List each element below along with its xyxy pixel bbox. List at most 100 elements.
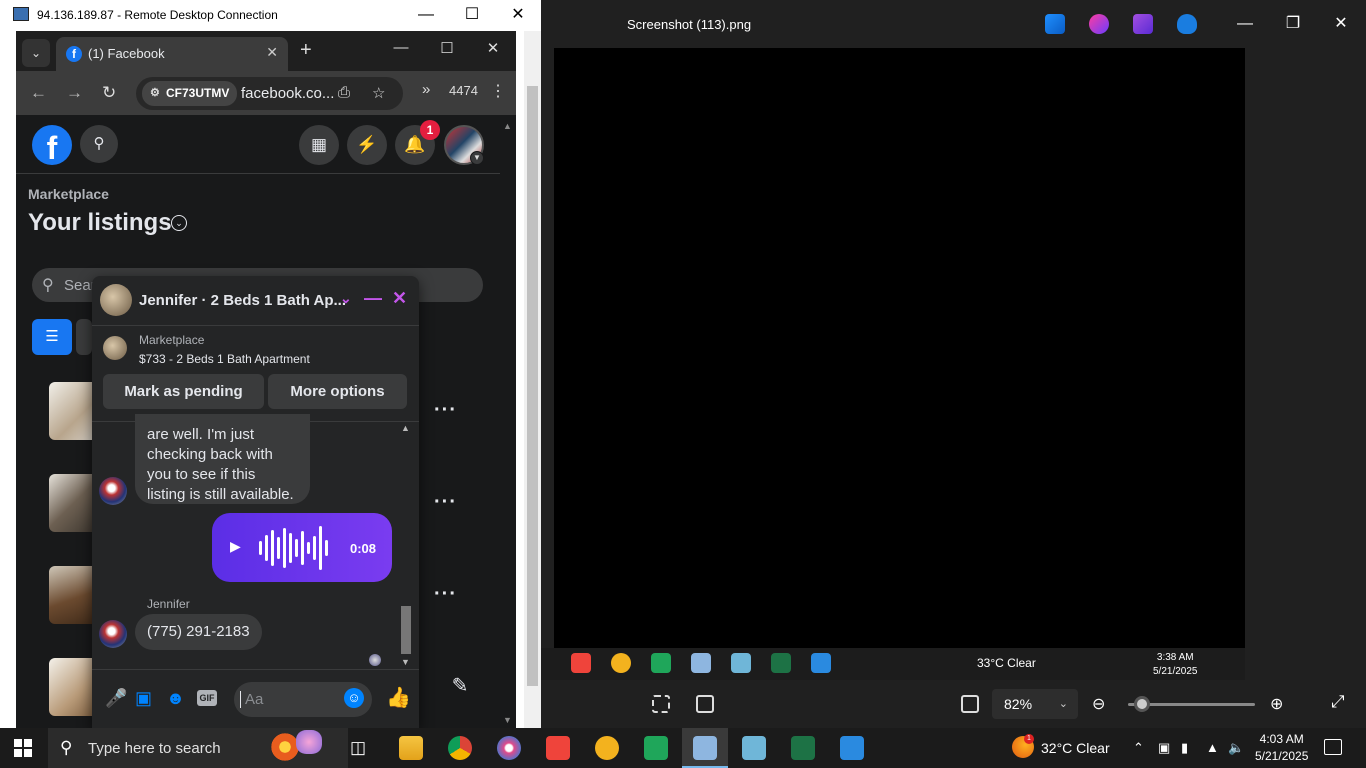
grid-view-button[interactable] bbox=[76, 319, 92, 355]
listing-more-icon[interactable]: ··· bbox=[434, 583, 457, 606]
mark-as-pending-button[interactable]: Mark as pending bbox=[103, 374, 264, 409]
zoom-slider-thumb[interactable] bbox=[1134, 696, 1150, 712]
fit-screen-icon[interactable] bbox=[961, 695, 979, 713]
bookmark-star-icon[interactable]: ☆ bbox=[372, 84, 385, 102]
gif-icon[interactable]: GIF bbox=[197, 690, 217, 706]
minimize-button[interactable]: — bbox=[1233, 12, 1257, 36]
marketplace-listing-strip[interactable]: Marketplace $733 - 2 Beds 1 Bath Apartme… bbox=[92, 326, 419, 370]
notepad-icon[interactable] bbox=[742, 736, 766, 760]
scroll-down-icon[interactable]: ▼ bbox=[401, 657, 410, 667]
photo-icon[interactable]: ▣ bbox=[135, 688, 152, 709]
close-button[interactable]: ✕ bbox=[1329, 12, 1353, 36]
chat-scroll-thumb[interactable] bbox=[401, 606, 411, 654]
video-editor-icon[interactable] bbox=[1133, 14, 1153, 34]
messenger-icon[interactable]: ⚡ bbox=[347, 125, 387, 165]
chat-avatar[interactable] bbox=[100, 284, 132, 316]
task-view-icon[interactable]: ◫ bbox=[350, 738, 366, 758]
restore-button[interactable]: ❐ bbox=[1281, 12, 1305, 36]
quickassist-icon[interactable] bbox=[651, 653, 671, 673]
like-icon[interactable]: 👍 bbox=[386, 685, 411, 710]
new-tab-button[interactable]: + bbox=[300, 39, 312, 62]
voice-message[interactable]: ▶ 0:08 bbox=[212, 513, 392, 582]
site-info-chip[interactable]: ⚙ CF73UTMV bbox=[142, 81, 238, 106]
chrome-menu-icon[interactable]: ⋮ bbox=[490, 81, 506, 101]
volume-muted-icon[interactable]: 🔈 bbox=[1228, 740, 1244, 756]
meet-now-icon[interactable]: ▣ bbox=[1158, 740, 1170, 756]
text-scan-icon[interactable] bbox=[696, 695, 714, 713]
close-tab-icon[interactable]: ✕ bbox=[266, 44, 278, 61]
extensions-chevron-icon[interactable]: » bbox=[422, 81, 430, 98]
chevron-down-icon[interactable]: ⌄ bbox=[171, 215, 187, 231]
edit-icon[interactable] bbox=[1045, 14, 1065, 34]
chat-title[interactable]: Jennifer · 2 Beds 1 Bath Ap... bbox=[139, 292, 346, 309]
photos-icon[interactable] bbox=[811, 653, 831, 673]
minimize-chat-icon[interactable]: — bbox=[364, 288, 382, 309]
quickassist-icon[interactable] bbox=[644, 736, 668, 760]
chevron-down-icon[interactable]: ⌄ bbox=[340, 290, 352, 307]
onedrive-off-icon[interactable] bbox=[1177, 14, 1197, 34]
rdp-close-button[interactable]: ✕ bbox=[507, 4, 529, 26]
chevron-up-icon[interactable]: ⌃ bbox=[1133, 740, 1144, 756]
clipchamp-icon[interactable] bbox=[1089, 14, 1109, 34]
extension-badge[interactable]: 4474 bbox=[449, 83, 478, 98]
system-clock[interactable]: 4:03 AM 5/21/2025 bbox=[1255, 731, 1308, 765]
tab-search-button[interactable]: ⌄ bbox=[22, 39, 50, 67]
battery-icon[interactable]: ▮ bbox=[1181, 740, 1188, 756]
file-explorer-icon[interactable] bbox=[399, 736, 423, 760]
sticker-icon[interactable]: ☻ bbox=[166, 688, 185, 709]
windows-start-icon[interactable] bbox=[14, 739, 32, 757]
install-app-icon[interactable]: ⎙ bbox=[338, 84, 350, 101]
breadcrumb[interactable]: Marketplace bbox=[28, 186, 109, 202]
chrome-icon[interactable] bbox=[448, 736, 472, 760]
rdp-maximize-button[interactable]: ☐ bbox=[461, 4, 483, 26]
chrome-close-button[interactable]: ✕ bbox=[482, 39, 504, 57]
chat-scrollbar[interactable]: ▲ ▼ bbox=[399, 421, 413, 669]
rdp-scrollbar[interactable] bbox=[524, 31, 541, 728]
rdp-minimize-button[interactable]: — bbox=[415, 4, 437, 26]
facebook-logo-icon[interactable]: f bbox=[32, 125, 72, 166]
photos-icon[interactable] bbox=[840, 736, 864, 760]
taskbar-search-input[interactable]: ⚲ Type here to search bbox=[48, 728, 348, 768]
address-bar[interactable]: ⚙ CF73UTMV facebook.co... ⎙ ☆ bbox=[136, 77, 403, 110]
zoom-in-icon[interactable]: ⊕ bbox=[1270, 694, 1283, 714]
remote-desktop-icon[interactable] bbox=[691, 653, 711, 673]
search-icon[interactable]: ⚲ bbox=[80, 125, 118, 163]
scroll-up-icon[interactable]: ▲ bbox=[401, 423, 410, 433]
listing-more-icon[interactable]: ··· bbox=[434, 399, 457, 422]
visual-search-icon[interactable] bbox=[652, 695, 670, 713]
anydesk-icon[interactable] bbox=[571, 653, 591, 673]
url-text[interactable]: facebook.co... bbox=[241, 85, 334, 102]
play-icon[interactable]: ▶ bbox=[230, 538, 241, 555]
list-view-button[interactable]: ☰ bbox=[32, 319, 72, 355]
scroll-down-icon[interactable]: ▼ bbox=[503, 715, 512, 725]
back-icon[interactable]: ← bbox=[30, 83, 47, 103]
ixbrowser-icon[interactable] bbox=[611, 653, 631, 673]
weather-text[interactable]: 32°C Clear bbox=[1041, 740, 1110, 756]
excel-icon[interactable] bbox=[791, 736, 815, 760]
chevron-down-icon[interactable]: ▼ bbox=[470, 151, 484, 165]
excel-icon[interactable] bbox=[771, 653, 791, 673]
ixbrowser-icon[interactable] bbox=[595, 736, 619, 760]
menu-grid-icon[interactable]: ▦ bbox=[299, 125, 339, 165]
zoom-select[interactable]: 82% ⌄ bbox=[992, 689, 1078, 719]
listing-more-icon[interactable]: ··· bbox=[434, 491, 457, 514]
remote-desktop-icon[interactable] bbox=[693, 736, 717, 760]
chrome-maximize-button[interactable]: ☐ bbox=[436, 39, 458, 57]
more-options-button[interactable]: More options bbox=[268, 374, 407, 409]
forward-icon[interactable]: → bbox=[66, 83, 83, 103]
microphone-icon[interactable]: 🎤 bbox=[105, 688, 127, 709]
snipping-tool-icon[interactable] bbox=[497, 736, 521, 760]
rdp-scroll-thumb[interactable] bbox=[527, 86, 538, 686]
anydesk-icon[interactable] bbox=[546, 736, 570, 760]
close-chat-icon[interactable]: ✕ bbox=[392, 288, 407, 309]
wifi-icon[interactable]: ▲ bbox=[1206, 740, 1219, 755]
message-input[interactable]: Aa ☺ bbox=[234, 682, 372, 717]
zoom-out-icon[interactable]: ⊖ bbox=[1092, 694, 1105, 714]
reload-icon[interactable]: ↻ bbox=[102, 83, 116, 103]
chat-header[interactable]: Jennifer · 2 Beds 1 Bath Ap... ⌄ — ✕ bbox=[92, 276, 419, 326]
notepad-icon[interactable] bbox=[731, 653, 751, 673]
chrome-minimize-button[interactable]: — bbox=[390, 39, 412, 56]
action-center-icon[interactable] bbox=[1324, 739, 1342, 755]
new-message-icon[interactable]: ✎ bbox=[442, 668, 478, 704]
tab-facebook[interactable]: f (1) Facebook ✕ bbox=[56, 37, 288, 71]
